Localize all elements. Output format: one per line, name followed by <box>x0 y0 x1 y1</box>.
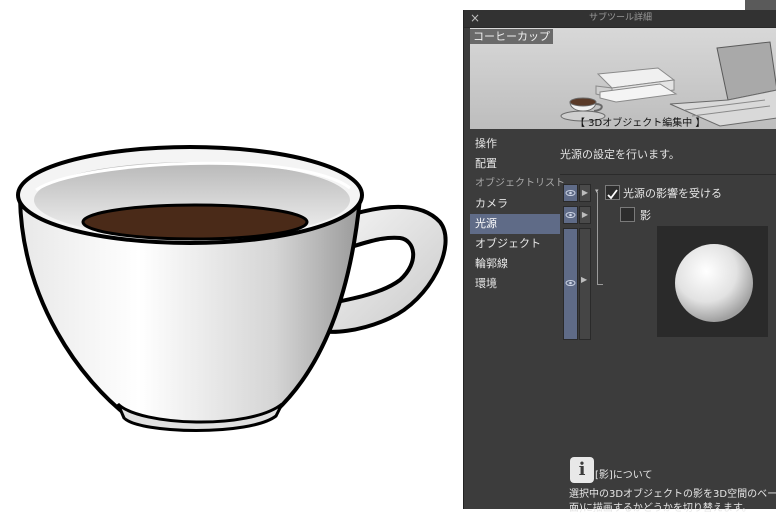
info-icon: i <box>570 457 594 483</box>
canvas-top-strip <box>463 0 776 10</box>
shadow-label: 影 <box>640 209 651 222</box>
expand-toggle-column[interactable]: ▶ <box>579 228 591 340</box>
help-info-box: i [影]について 選択中の3Dオブジェクトの影を3D空間のベー 面)に描画する… <box>560 447 776 514</box>
panel-titlebar: × サブツール詳細 <box>464 10 776 28</box>
category-nav: 操作 配置 オブジェクトリスト カメラ 光源 オブジェクト 輪郭線 環境 <box>470 134 565 294</box>
help-text: 選択中の3Dオブジェクトの影を3D空間のベー 面)に描画するかどうかを切り替えま… <box>569 488 776 516</box>
light-sphere <box>675 244 753 322</box>
sub-tool-detail-panel: × サブツール詳細 コーヒーカップ 【 3Dオブジェクト編集中 】 操作 配置 … <box>463 10 776 514</box>
play-icon: ▶ <box>581 275 588 284</box>
chevron-down-icon: ▾ <box>595 187 599 195</box>
divider <box>560 174 776 175</box>
window-corner <box>745 0 776 10</box>
eye-icon[interactable] <box>563 184 578 202</box>
drawing-canvas[interactable] <box>0 0 463 509</box>
help-text-line-2: 面)に描画するかどうかを切り替えます。 <box>569 503 752 514</box>
nav-item-object-list[interactable]: オブジェクトリスト <box>470 174 565 194</box>
play-icon[interactable]: ▶ <box>579 206 591 224</box>
coffee-cup-illustration <box>16 145 448 432</box>
section-description: 光源の設定を行います。 <box>560 148 680 161</box>
nav-item-operation[interactable]: 操作 <box>470 134 560 154</box>
visibility-toggle-column[interactable] <box>563 228 578 340</box>
help-text-line-1: 選択中の3Dオブジェクトの影を3D空間のベー <box>569 489 776 500</box>
help-title: [影]について <box>595 470 653 481</box>
nav-item-outline[interactable]: 輪郭線 <box>470 254 560 274</box>
nav-item-object[interactable]: オブジェクト <box>470 234 560 254</box>
nav-item-light-source[interactable]: 光源 <box>470 214 560 234</box>
light-affect-checkbox[interactable] <box>605 185 620 200</box>
shadow-checkbox[interactable] <box>620 207 635 222</box>
checkmark-icon <box>607 189 618 200</box>
panel-title: サブツール詳細 <box>588 13 652 23</box>
eye-icon[interactable] <box>563 206 578 224</box>
nav-item-environment[interactable]: 環境 <box>470 274 560 294</box>
group-bracket <box>597 192 598 284</box>
play-icon[interactable]: ▶ <box>579 184 591 202</box>
light-direction-preview[interactable] <box>657 226 768 337</box>
nav-item-camera[interactable]: カメラ <box>470 194 560 214</box>
nav-item-placement[interactable]: 配置 <box>470 154 560 174</box>
object-preview: コーヒーカップ 【 3Dオブジェクト編集中 】 <box>470 28 776 129</box>
group-bracket-tick <box>597 284 603 285</box>
object-name-label: コーヒーカップ <box>470 29 553 44</box>
light-affect-label: 光源の影響を受ける <box>623 187 722 200</box>
edit-status-label: 【 3Dオブジェクト編集中 】 <box>575 118 706 129</box>
